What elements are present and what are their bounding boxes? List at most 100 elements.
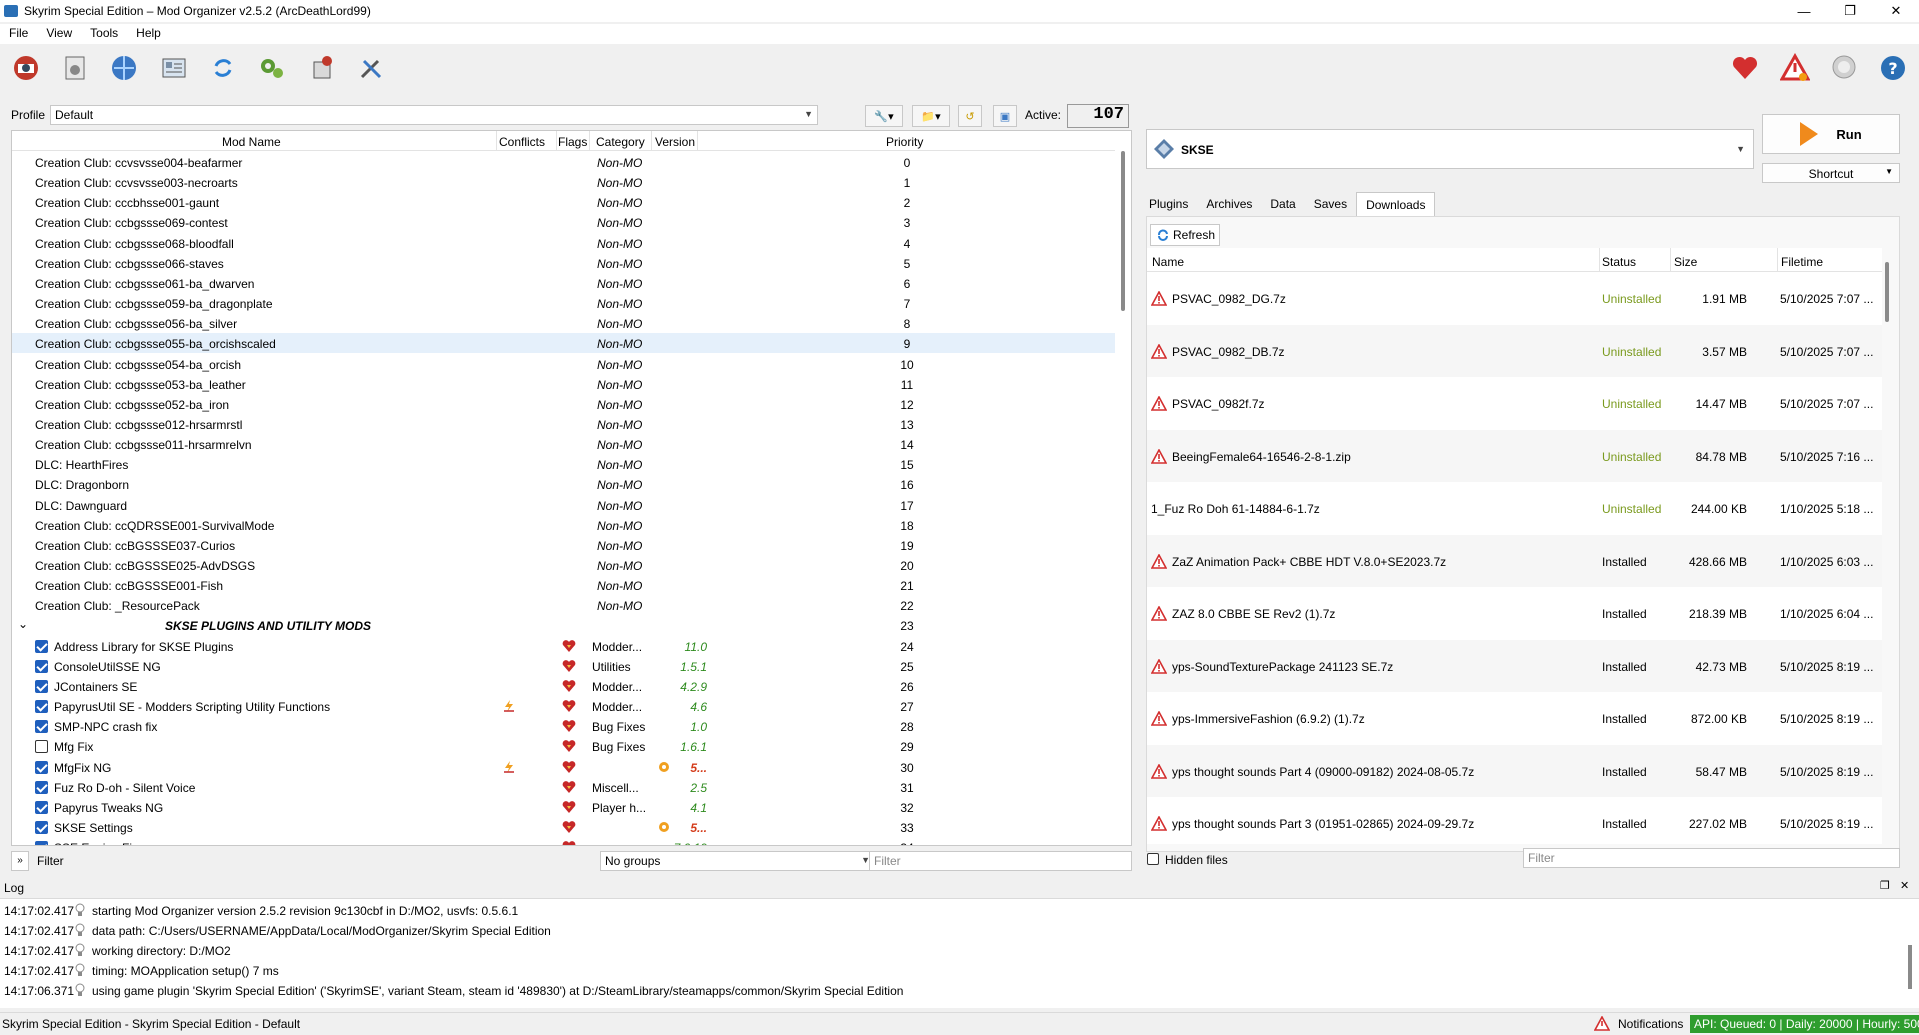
archive-icon[interactable] [58,52,92,84]
mod-enabled-checkbox[interactable] [35,679,48,693]
close-button[interactable]: ✕ [1873,0,1919,22]
mod-row[interactable]: Creation Club: ccBGSSSE001-Fish Non-MO 21 [12,575,1115,595]
download-row[interactable]: ZaZ Animation Pack+ CBBE HDT V.8.0+SE202… [1147,534,1882,587]
col-category[interactable]: Category [596,135,645,149]
mod-row[interactable]: ConsoleUtilSSE NG Utilities 1.5.1 25 [12,656,1115,676]
mod-enabled-checkbox[interactable] [35,841,48,845]
mod-row[interactable]: Creation Club: ccbgssse052-ba_iron Non-MO… [12,394,1115,414]
col-mod-name[interactable]: Mod Name [222,135,281,149]
tab-data[interactable]: Data [1261,192,1304,216]
mod-enabled-checkbox[interactable] [35,700,48,714]
mod-enabled-checkbox[interactable] [35,800,48,814]
mod-enabled-checkbox[interactable] [35,780,48,794]
mod-enabled-checkbox[interactable] [35,639,48,653]
hidden-files-checkbox[interactable] [1147,853,1159,865]
refresh-icon[interactable] [206,52,240,84]
mod-enabled-checkbox[interactable] [35,760,48,774]
menu-help[interactable]: Help [127,24,170,44]
mod-row[interactable]: Creation Club: _ResourcePack Non-MO 22 [12,595,1115,615]
mod-row[interactable]: Address Library for SKSE Plugins Modder..… [12,636,1115,656]
col-conflicts[interactable]: Conflicts [499,135,545,149]
chevron-down-icon[interactable]: ⌄ [18,617,28,631]
col-dl-status[interactable]: Status [1602,255,1636,269]
col-dl-name[interactable]: Name [1152,255,1184,269]
shortcut-button[interactable]: Shortcut ▼ [1762,163,1900,183]
tab-archives[interactable]: Archives [1197,192,1261,216]
mod-row[interactable]: Creation Club: ccbgssse068-bloodfall Non-… [12,233,1115,253]
endorse-heart-icon[interactable] [1728,52,1762,84]
mod-row[interactable]: Creation Club: ccQDRSSE001-SurvivalMode N… [12,515,1115,535]
tab-plugins[interactable]: Plugins [1140,192,1197,216]
mod-row[interactable]: SSE Engine Fixes 7.0.19 34 [12,837,1115,845]
mod-row[interactable]: Creation Club: ccbgssse059-ba_dragonplat… [12,293,1115,313]
mod-enabled-checkbox[interactable] [35,720,48,734]
restore-backup-button[interactable]: ↺ [958,105,982,127]
executable-select[interactable]: SKSE ▼ [1146,129,1754,169]
mod-row[interactable]: MfgFix NG 5... 30 [12,757,1115,777]
update-globe-icon[interactable] [1827,52,1861,84]
open-folder-button[interactable]: 📁▾ [912,105,950,127]
filters-toggle-button[interactable]: » [11,851,29,871]
downloads-table[interactable]: Name Status Size Filetime PSVAC_0982_DG.… [1147,248,1882,844]
mod-row[interactable]: Creation Club: ccbgssse011-hrsarmrelvn No… [12,434,1115,454]
menu-file[interactable]: File [0,24,37,44]
download-row[interactable]: BeeingFemale64-16546-2-8-1.zip Uninstalle… [1147,429,1882,482]
mod-row[interactable]: Creation Club: ccbgssse061-ba_dwarven Non… [12,273,1115,293]
maximize-button[interactable]: ❐ [1827,0,1873,22]
settings-gear-icon[interactable] [255,52,289,84]
mod-row[interactable]: Creation Club: ccBGSSSE037-Curios Non-MO 1… [12,535,1115,555]
mod-row[interactable]: Creation Club: ccbgssse054-ba_orcish Non-… [12,354,1115,374]
mod-row[interactable]: Creation Club: ccbgssse066-staves Non-MO 5 [12,253,1115,273]
col-dl-filetime[interactable]: Filetime [1781,255,1823,269]
mod-enabled-checkbox[interactable] [35,740,48,754]
nexus-globe-icon[interactable] [107,52,141,84]
warning-icon[interactable] [1594,1016,1610,1031]
col-dl-size[interactable]: Size [1674,255,1697,269]
tab-downloads[interactable]: Downloads [1356,192,1436,216]
minimize-button[interactable]: — [1781,0,1827,22]
menu-tools[interactable]: Tools [81,24,127,44]
mod-row[interactable]: Mfg Fix Bug Fixes 1.6.1 29 [12,736,1115,756]
download-row[interactable]: ZAZ 8.0 CBBE SE Rev2 (1).7z Installed 218.… [1147,587,1882,639]
tab-saves[interactable]: Saves [1305,192,1356,216]
mod-tools-button[interactable]: 🔧▾ [865,105,903,127]
mod-row[interactable]: Creation Club: ccbgssse053-ba_leather Non… [12,374,1115,394]
menu-view[interactable]: View [37,24,81,44]
mod-row[interactable]: Creation Club: ccbgssse055-ba_orcishscal… [12,333,1115,354]
separator-row[interactable]: ⌄ SKSE PLUGINS AND UTILITY MODS 23 [12,615,1115,635]
download-row[interactable]: yps-ImmersiveFashion (6.9.2) (1).7z Insta… [1147,692,1882,744]
download-row[interactable]: yps-SoundTexturePackage 241123 SE.7z Inst… [1147,639,1882,692]
mod-row[interactable]: JContainers SE Modder... 4.2.9 26 [12,676,1115,696]
log-scrollbar[interactable] [1908,945,1912,989]
mod-row[interactable]: Creation Club: ccbgssse012-hrsarmrstl Non… [12,414,1115,434]
mod-row[interactable]: Creation Club: ccbgssse056-ba_silver Non-… [12,313,1115,333]
download-row[interactable]: yps thought sounds Part 3 (01951-02865) … [1147,797,1882,844]
float-icon[interactable]: ❐ [1880,879,1890,892]
downloads-scrollbar[interactable] [1885,262,1889,322]
mod-enabled-checkbox[interactable] [35,659,48,673]
log-panel[interactable]: 14:17:02.417 starting Mod Organizer versi… [0,898,1919,1008]
help-icon[interactable]: ? [1876,52,1910,84]
tools-icon[interactable] [354,52,388,84]
mod-row[interactable]: Creation Club: ccvsvsse004-beafarmer Non-… [12,152,1115,172]
mod-row[interactable]: Fuz Ro D-oh - Silent Voice Miscell... 2.5 3… [12,777,1115,797]
mod-enabled-checkbox[interactable] [35,820,48,834]
notifications-label[interactable]: Notifications [1618,1017,1683,1031]
mod-row[interactable]: DLC: Dawnguard Non-MO 17 [12,495,1115,515]
downloads-filter-input[interactable]: Filter [1523,848,1900,868]
profile-select[interactable]: Default ▼ [50,105,818,125]
run-button[interactable]: Run [1762,114,1900,154]
mod-row[interactable]: Creation Club: ccBGSSSE025-AdvDSGS Non-MO… [12,555,1115,575]
mod-row[interactable]: DLC: HearthFires Non-MO 15 [12,454,1115,474]
col-version[interactable]: Version [655,135,695,149]
mod-row[interactable]: Papyrus Tweaks NG Player h... 4.1 32 [12,797,1115,817]
mod-row[interactable]: Creation Club: ccvsvsse003-necroarts Non-… [12,172,1115,192]
mod-row[interactable]: SMP-NPC crash fix Bug Fixes 1.0 28 [12,716,1115,736]
close-icon[interactable]: ✕ [1900,879,1909,892]
download-row[interactable]: PSVAC_0982_DG.7z Uninstalled 1.91 MB 5/10/2… [1147,272,1882,324]
col-priority[interactable]: Priority [886,135,923,149]
refresh-button[interactable]: Refresh [1150,224,1220,246]
groups-select[interactable]: No groups ▼ [600,851,875,871]
problems-warning-icon[interactable] [1778,52,1812,84]
download-row[interactable]: PSVAC_0982_DB.7z Uninstalled 3.57 MB 5/10/2… [1147,324,1882,377]
